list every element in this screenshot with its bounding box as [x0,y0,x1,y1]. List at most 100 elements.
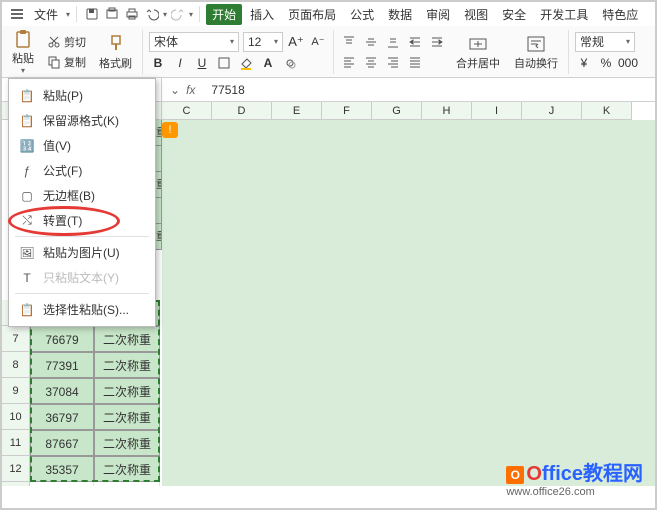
row-header[interactable]: 10 [2,404,30,430]
col-header[interactable]: H [422,102,472,120]
menu-paste-text-only[interactable]: T只粘贴文本(Y) [9,265,155,290]
tab-data[interactable]: 数据 [382,4,418,25]
row-header[interactable]: 12 [2,456,30,482]
formula-input[interactable]: 77518 [203,83,655,97]
tab-security[interactable]: 安全 [496,4,532,25]
save-icon[interactable] [83,5,101,23]
tab-view[interactable]: 视图 [458,4,494,25]
col-header[interactable]: I [472,102,522,120]
col-header[interactable]: G [372,102,422,120]
undo-icon[interactable] [143,5,161,23]
cell[interactable]: 二次称重 [94,430,160,456]
tab-start[interactable]: 开始 [206,4,242,25]
copy-button[interactable]: 复制 [44,53,89,71]
percent-icon[interactable]: % [597,54,615,72]
col-header[interactable]: J [522,102,582,120]
cell[interactable]: 35357 [30,456,94,482]
table-row[interactable]: 1036797二次称重 [2,404,160,430]
row-header[interactable]: 7 [2,326,30,352]
print-icon[interactable] [123,5,141,23]
cell[interactable]: 二次称重 [94,378,160,404]
font-size-combo[interactable]: 12▾ [243,32,283,52]
table-row[interactable]: 937084二次称重 [2,378,160,404]
tab-page-layout[interactable]: 页面布局 [282,4,342,25]
cell[interactable] [94,482,160,486]
menu-transpose[interactable]: ⤭转置(T) [9,208,155,233]
underline-icon[interactable]: U [193,54,211,72]
menu-paste-as-picture[interactable]: 🖼粘贴为图片(U) [9,240,155,265]
wrap-text-button[interactable]: 自动换行 [510,31,562,73]
table-row[interactable]: 776679二次称重 [2,326,160,352]
row-header[interactable]: 13 [2,482,30,486]
currency-icon[interactable]: ¥ [575,54,593,72]
menu-paste[interactable]: 📋粘贴(P) [9,83,155,108]
indent-left-icon[interactable] [406,33,424,51]
align-center-icon[interactable] [362,53,380,71]
row-header[interactable]: 9 [2,378,30,404]
align-top-icon[interactable] [340,33,358,51]
effects-icon[interactable] [281,54,299,72]
paste-button[interactable]: 粘贴 ▾ [8,26,38,77]
chevron-down-icon[interactable]: ▾ [189,10,193,19]
align-bottom-icon[interactable] [384,33,402,51]
align-middle-icon[interactable] [362,33,380,51]
bold-icon[interactable]: B [149,54,167,72]
cell[interactable]: 二次称重 [94,352,160,378]
font-name-combo[interactable]: 宋体▾ [149,32,239,52]
cell[interactable]: 二次称重 [94,456,160,482]
italic-icon[interactable]: I [171,54,189,72]
justify-icon[interactable] [406,53,424,71]
cell[interactable]: 二次称重 [94,404,160,430]
tab-insert[interactable]: 插入 [244,4,280,25]
menu-no-border[interactable]: ▢无边框(B) [9,183,155,208]
number-format-combo[interactable]: 常规▾ [575,32,635,52]
col-header[interactable]: D [212,102,272,120]
app-menu-icon[interactable] [8,5,26,23]
align-right-icon[interactable] [384,53,402,71]
fill-color-icon[interactable] [237,54,255,72]
col-header[interactable]: E [272,102,322,120]
fx-icon[interactable]: fx [186,83,195,97]
format-painter-button[interactable]: 格式刷 [95,31,136,73]
increase-font-icon[interactable]: A⁺ [287,33,305,51]
tab-review[interactable]: 审阅 [420,4,456,25]
indent-right-icon[interactable] [428,33,446,51]
table-row[interactable]: 877391二次称重 [2,352,160,378]
cell[interactable]: 36797 [30,404,94,430]
menu-paste-special[interactable]: 📋选择性粘贴(S)... [9,297,155,322]
menu-file[interactable]: 文件 [28,4,64,25]
table-row[interactable]: 1235357二次称重 [2,456,160,482]
goto-icon[interactable]: ⌄ [170,83,180,97]
chevron-down-icon[interactable]: ▾ [163,10,167,19]
cell[interactable]: 76679 [30,326,94,352]
align-left-icon[interactable] [340,53,358,71]
menu-values[interactable]: 🔢值(V) [9,133,155,158]
tab-formula[interactable]: 公式 [344,4,380,25]
print-preview-icon[interactable] [103,5,121,23]
decrease-font-icon[interactable]: A⁻ [309,33,327,51]
cut-button[interactable]: 剪切 [44,33,89,51]
menu-keep-source[interactable]: 📋保留源格式(K) [9,108,155,133]
row-header[interactable]: 8 [2,352,30,378]
redo-icon[interactable] [169,5,187,23]
border-icon[interactable] [215,54,233,72]
cell[interactable]: 77391 [30,352,94,378]
row-header[interactable]: 11 [2,430,30,456]
tab-special[interactable]: 特色应 [596,4,644,25]
col-header[interactable]: F [322,102,372,120]
cell[interactable]: 87667 [30,430,94,456]
menu-formulas[interactable]: ƒ公式(F) [9,158,155,183]
chevron-down-icon[interactable]: ▾ [66,10,70,19]
font-color-icon[interactable]: A [259,54,277,72]
cell[interactable]: 37084 [30,378,94,404]
merge-center-button[interactable]: 合并居中 [452,31,504,73]
table-row[interactable]: 1187667二次称重 [2,430,160,456]
comma-icon[interactable]: 000 [619,54,637,72]
cell[interactable] [30,482,94,486]
chevron-down-icon[interactable]: ▾ [21,66,25,75]
col-header[interactable]: C [162,102,212,120]
col-header[interactable]: K [582,102,632,120]
indicator-icon[interactable]: ! [162,122,178,138]
tab-dev-tools[interactable]: 开发工具 [534,4,594,25]
cell[interactable]: 二次称重 [94,326,160,352]
